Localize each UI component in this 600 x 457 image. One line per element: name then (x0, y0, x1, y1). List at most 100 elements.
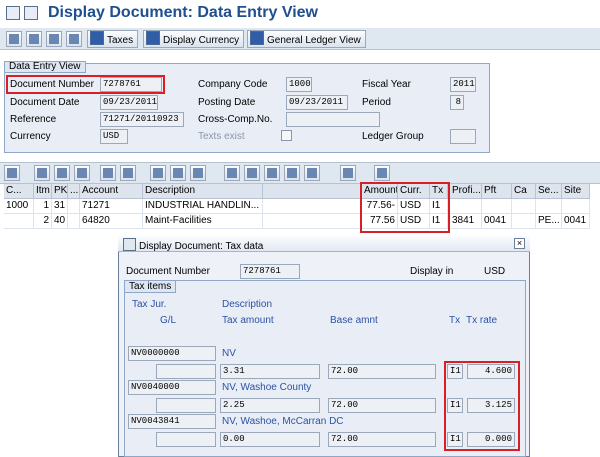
save-icon[interactable] (24, 6, 38, 20)
settings-icon[interactable] (66, 31, 82, 47)
table-row-2-ca[interactable] (512, 214, 536, 229)
col-header-description[interactable]: Description (143, 184, 263, 199)
period-field[interactable]: 8 (450, 95, 464, 110)
table-row-2-spacer (263, 214, 362, 229)
cross-comp-field[interactable] (286, 112, 380, 127)
tax-item-2-gl[interactable] (156, 398, 216, 413)
word-icon[interactable] (284, 165, 300, 181)
sort-icon[interactable] (100, 165, 116, 181)
table-row-1-description[interactable]: INDUSTRIAL HANDLIN... (143, 199, 263, 214)
document-date-field[interactable]: 09/23/2011 (100, 95, 158, 110)
export-icon[interactable] (244, 165, 260, 181)
general-ledger-view-button[interactable]: General Ledger View (247, 30, 366, 48)
tax-item-3-jurisdiction[interactable]: NV0043841 (128, 414, 216, 429)
info-icon (90, 31, 104, 45)
table-row-1-site[interactable] (562, 199, 590, 214)
print-icon[interactable] (34, 165, 50, 181)
col-header-pft[interactable]: Pft (482, 184, 512, 199)
display-in-label: Display in (410, 266, 454, 277)
tx-rate-header: Tx rate (466, 315, 498, 326)
posting-date-label: Posting Date (198, 97, 256, 108)
col-header-segment[interactable]: Se... (536, 184, 562, 199)
table-row-2-company[interactable] (4, 214, 34, 229)
texts-exist-checkbox[interactable] (281, 130, 292, 141)
tax-item-2-tax-amount[interactable]: 2.25 (220, 398, 320, 413)
table-row-2-profit[interactable]: 3841 (450, 214, 482, 229)
dialog-document-number-field[interactable]: 7278761 (240, 264, 300, 279)
table-row-2-pk[interactable]: 40 (52, 214, 68, 229)
tax-item-2-jurisdiction[interactable]: NV0040000 (128, 380, 216, 395)
table-row-1-company[interactable]: 1000 (4, 199, 34, 214)
ledger-group-label: Ledger Group (362, 131, 424, 142)
table-row-1-item[interactable]: 1 (34, 199, 52, 214)
ledger-group-field[interactable] (450, 129, 476, 144)
find-icon[interactable] (74, 165, 90, 181)
tax-jur-header: Tax Jur. (132, 299, 167, 310)
cross-comp-label: Cross-Comp.No. (198, 114, 273, 125)
company-code-label: Company Code (198, 79, 268, 90)
tax-item-1-tax-amount[interactable]: 3.31 (220, 364, 320, 379)
detail-icon[interactable] (4, 165, 20, 181)
company-code-field[interactable]: 1000 (286, 77, 312, 92)
posting-date-field[interactable]: 09/23/2011 (286, 95, 348, 110)
table-row-1-pft[interactable] (482, 199, 512, 214)
fiscal-year-field[interactable]: 2011 (450, 77, 476, 92)
tax-item-2-base[interactable]: 72.00 (328, 398, 436, 413)
taxes-button[interactable]: Taxes (87, 30, 139, 48)
search-icon[interactable] (46, 31, 62, 47)
tax-item-3-gl[interactable] (156, 432, 216, 447)
overview-icon[interactable] (26, 31, 42, 47)
tax-item-3-base[interactable]: 72.00 (328, 432, 436, 447)
table-row-2-description[interactable]: Maint-Facilities (143, 214, 263, 229)
table-row-1-profit[interactable] (450, 199, 482, 214)
col-header-spacer (263, 184, 362, 199)
tax-item-1-gl[interactable] (156, 364, 216, 379)
table-row-1-pk[interactable]: 31 (52, 199, 68, 214)
table-row-1-extra[interactable] (68, 199, 80, 214)
information-icon[interactable] (374, 165, 390, 181)
spreadsheet-icon[interactable] (264, 165, 280, 181)
tax-rate-highlight (444, 361, 520, 451)
table-row-2-site[interactable]: 0041 (562, 214, 590, 229)
table-row-1-account[interactable]: 71271 (80, 199, 143, 214)
dialog-title-bar: Display Document: Tax data (118, 236, 530, 252)
table-row-2-item[interactable]: 2 (34, 214, 52, 229)
edit-icon[interactable] (6, 31, 22, 47)
display-currency-button[interactable]: Display Currency (143, 30, 245, 48)
table-row-2-pft[interactable]: 0041 (482, 214, 512, 229)
col-header-item[interactable]: Itm (34, 184, 52, 199)
view-icon[interactable] (224, 165, 240, 181)
select-layout-icon[interactable] (340, 165, 356, 181)
menu-icon[interactable] (6, 6, 20, 20)
base-amount-header: Base amnt (330, 315, 378, 326)
texts-exist-label: Texts exist (198, 131, 245, 142)
col-header-profit[interactable]: Profi... (450, 184, 482, 199)
tax-item-3-tax-amount[interactable]: 0.00 (220, 432, 320, 447)
col-header-company[interactable]: C... (4, 184, 34, 199)
table-row-2-extra[interactable] (68, 214, 80, 229)
col-header-ca[interactable]: Ca (512, 184, 536, 199)
tax-item-1-jurisdiction[interactable]: NV0000000 (128, 346, 216, 361)
table-row-2-segment[interactable]: PE... (536, 214, 562, 229)
period-label: Period (362, 97, 391, 108)
reference-field[interactable]: 71271/20110923 (100, 112, 184, 127)
layout-icon[interactable] (304, 165, 320, 181)
currency-field[interactable]: USD (100, 129, 128, 144)
table-row-1-ca[interactable] (512, 199, 536, 214)
col-header-site[interactable]: Site (562, 184, 590, 199)
sort-desc-icon[interactable] (120, 165, 136, 181)
tax-item-1-base[interactable]: 72.00 (328, 364, 436, 379)
tax-amount-header: Tax amount (222, 315, 274, 326)
filter-icon[interactable] (54, 165, 70, 181)
sum-icon[interactable] (150, 165, 166, 181)
col-header-account[interactable]: Account (80, 184, 143, 199)
table-row-2-account[interactable]: 64820 (80, 214, 143, 229)
col-header-extra[interactable]: ... (68, 184, 80, 199)
subtotal-icon[interactable] (170, 165, 186, 181)
col-header-pk[interactable]: PK (52, 184, 68, 199)
table-row-1-segment[interactable] (536, 199, 562, 214)
document-date-label: Document Date (10, 97, 80, 108)
close-icon[interactable]: × (514, 238, 525, 249)
calc-icon[interactable] (190, 165, 206, 181)
gl-header: G/L (160, 315, 177, 326)
